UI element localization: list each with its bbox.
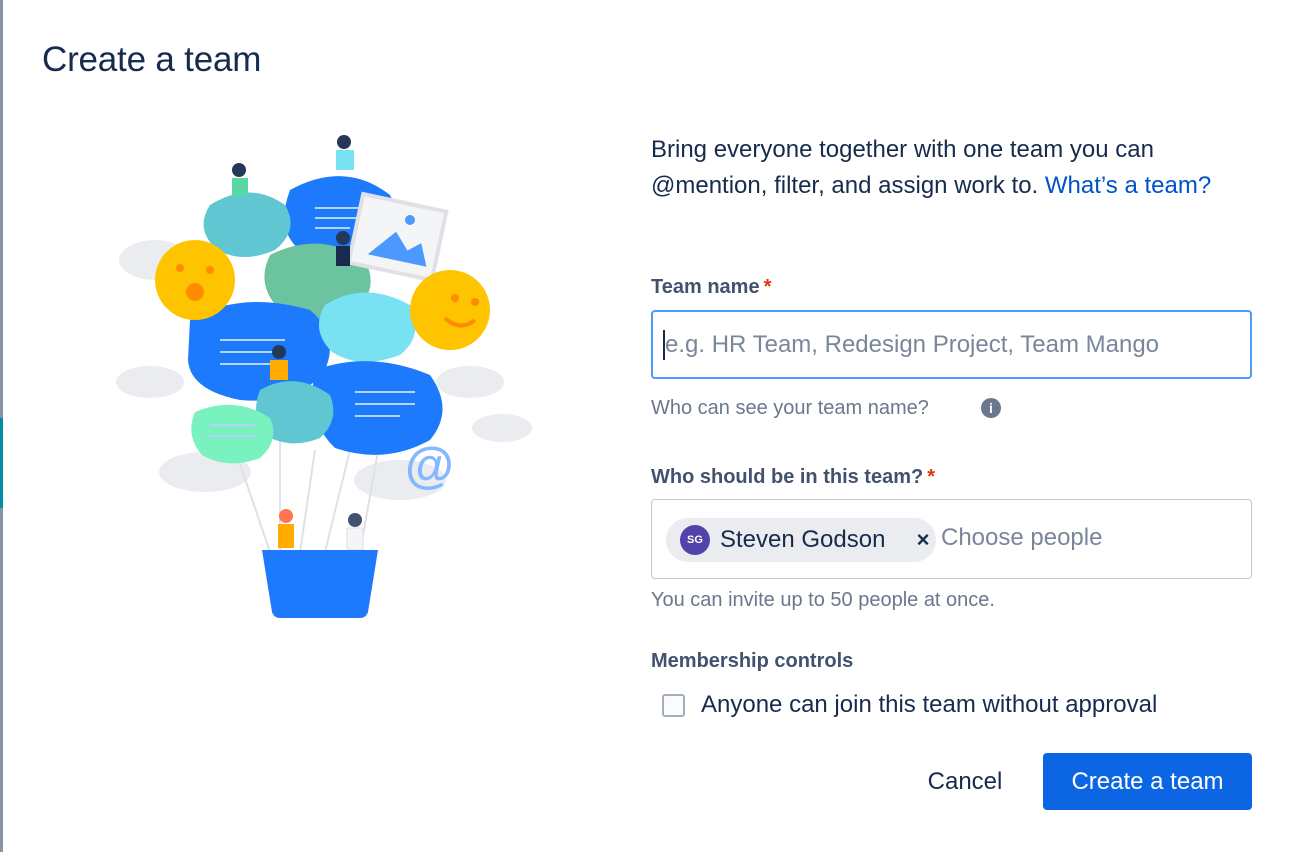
team-name-label: Team name *	[651, 276, 771, 299]
selected-person-name: Steven Godson	[720, 526, 886, 553]
required-marker: *	[927, 466, 936, 488]
invite-limit-helper: You can invite up to 50 people at once.	[651, 589, 995, 611]
choose-people-input[interactable]	[941, 524, 1241, 552]
avatar: SG	[680, 525, 710, 555]
members-label: Who should be in this team? *	[651, 466, 935, 489]
at-sign-icon: @	[405, 437, 454, 493]
team-name-visibility-helper: Who can see your team name?	[651, 397, 929, 419]
text-cursor	[663, 330, 665, 360]
close-icon[interactable]: ×	[912, 526, 934, 554]
people-picker[interactable]: SG Steven Godson ×	[651, 499, 1252, 579]
members-label-text: Who should be in this team?	[651, 466, 924, 488]
membership-controls-label: Membership controls	[651, 650, 854, 672]
team-balloon-illustration: @	[116, 135, 532, 618]
whats-a-team-link[interactable]: What’s a team?	[1045, 172, 1211, 199]
required-marker: *	[763, 276, 772, 298]
picture-frame	[346, 191, 449, 283]
balloon-basket	[262, 550, 378, 618]
team-name-input[interactable]	[651, 310, 1252, 379]
intro-text: Bring everyone together with one team yo…	[651, 132, 1251, 204]
team-name-label-text: Team name	[651, 276, 760, 298]
dialog-title: Create a team	[42, 40, 262, 79]
open-membership-checkbox[interactable]	[662, 694, 685, 717]
selected-person-chip: SG Steven Godson ×	[666, 518, 936, 562]
open-membership-label[interactable]: Anyone can join this team without approv…	[701, 691, 1157, 719]
cancel-button[interactable]: Cancel	[910, 754, 1020, 810]
info-icon[interactable]: i	[981, 398, 1001, 418]
create-team-button[interactable]: Create a team	[1043, 753, 1252, 810]
